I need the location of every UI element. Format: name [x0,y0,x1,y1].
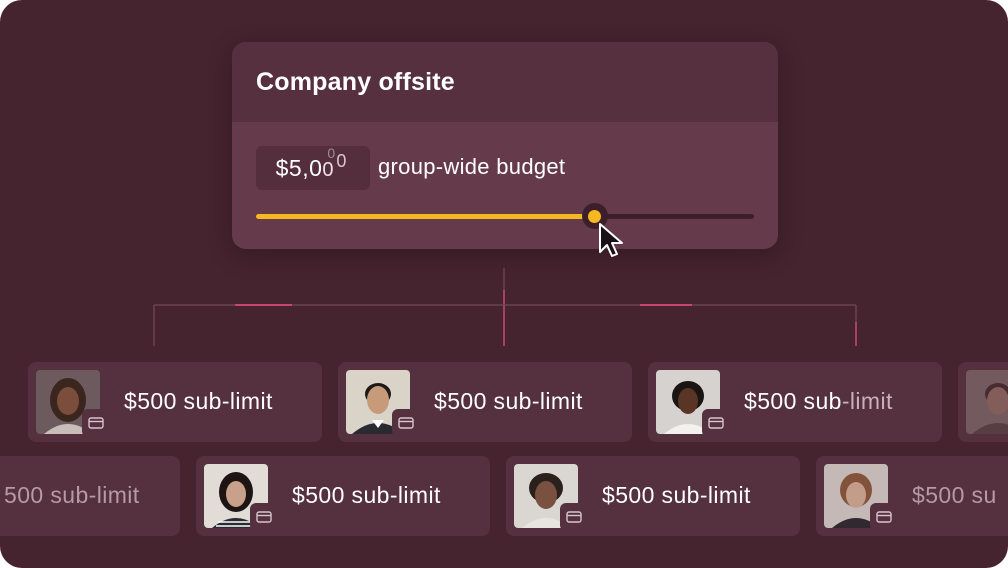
sub-limit-card[interactable]: $500 sub-limit [648,362,942,442]
sub-limit-label: $500 sub-limit [744,388,893,415]
rolling-digit: 0 [327,145,336,161]
sub-limit-card[interactable]: $500 sub-limit [196,456,490,536]
sub-limit-card[interactable]: 500 sub-limit [0,456,180,536]
budget-amount-field[interactable]: $5,0 0 0 0 [256,145,370,190]
person-avatar [966,370,1008,434]
sub-limit-label-main: $500 sub [744,388,842,414]
sub-limit-label: $500 su [912,482,997,508]
sub-limit-label: $500 sub-limit [434,388,583,414]
group-budget-card: Company offsite $5,0 0 0 0 group-wide bu… [232,42,778,249]
card-icon [870,503,898,531]
budget-label: group-wide budget [378,154,566,179]
sub-limit-label: $500 sub-limit [602,482,751,508]
sub-limit-card[interactable]: $500 sub-limit [338,362,632,442]
mouse-pointer-icon [599,223,623,257]
sub-limit-card[interactable]: $500 sub-limit [506,456,800,536]
card-icon [250,503,278,531]
app-canvas: Company offsite $5,0 0 0 0 group-wide bu… [0,0,1008,568]
card-icon [702,409,730,437]
card-icon [560,503,588,531]
card-header: Company offsite [232,42,778,122]
slider-fill [256,214,595,219]
sub-limit-card[interactable] [958,362,1008,442]
card-title: Company offsite [256,67,455,96]
rolling-digit: 0 [322,159,334,181]
card-body: $5,0 0 0 0 group-wide budget [232,122,778,249]
sub-limit-card[interactable]: $500 sub-limit [28,362,322,442]
card-icon [392,409,420,437]
sub-limit-label: $500 sub-limit [124,388,273,414]
sub-limit-label: $500 sub-limit [292,482,441,508]
sub-limit-label-faded: -limit [841,388,893,414]
card-icon [82,409,110,437]
sub-limit-label: 500 sub-limit [4,482,140,508]
rolling-digits: 0 0 0 [322,145,350,183]
rolling-digit: 0 [336,151,347,171]
sub-limit-card[interactable]: $500 su [816,456,1008,536]
budget-slider[interactable] [256,203,754,229]
budget-amount-prefix: $5,0 [275,154,323,181]
